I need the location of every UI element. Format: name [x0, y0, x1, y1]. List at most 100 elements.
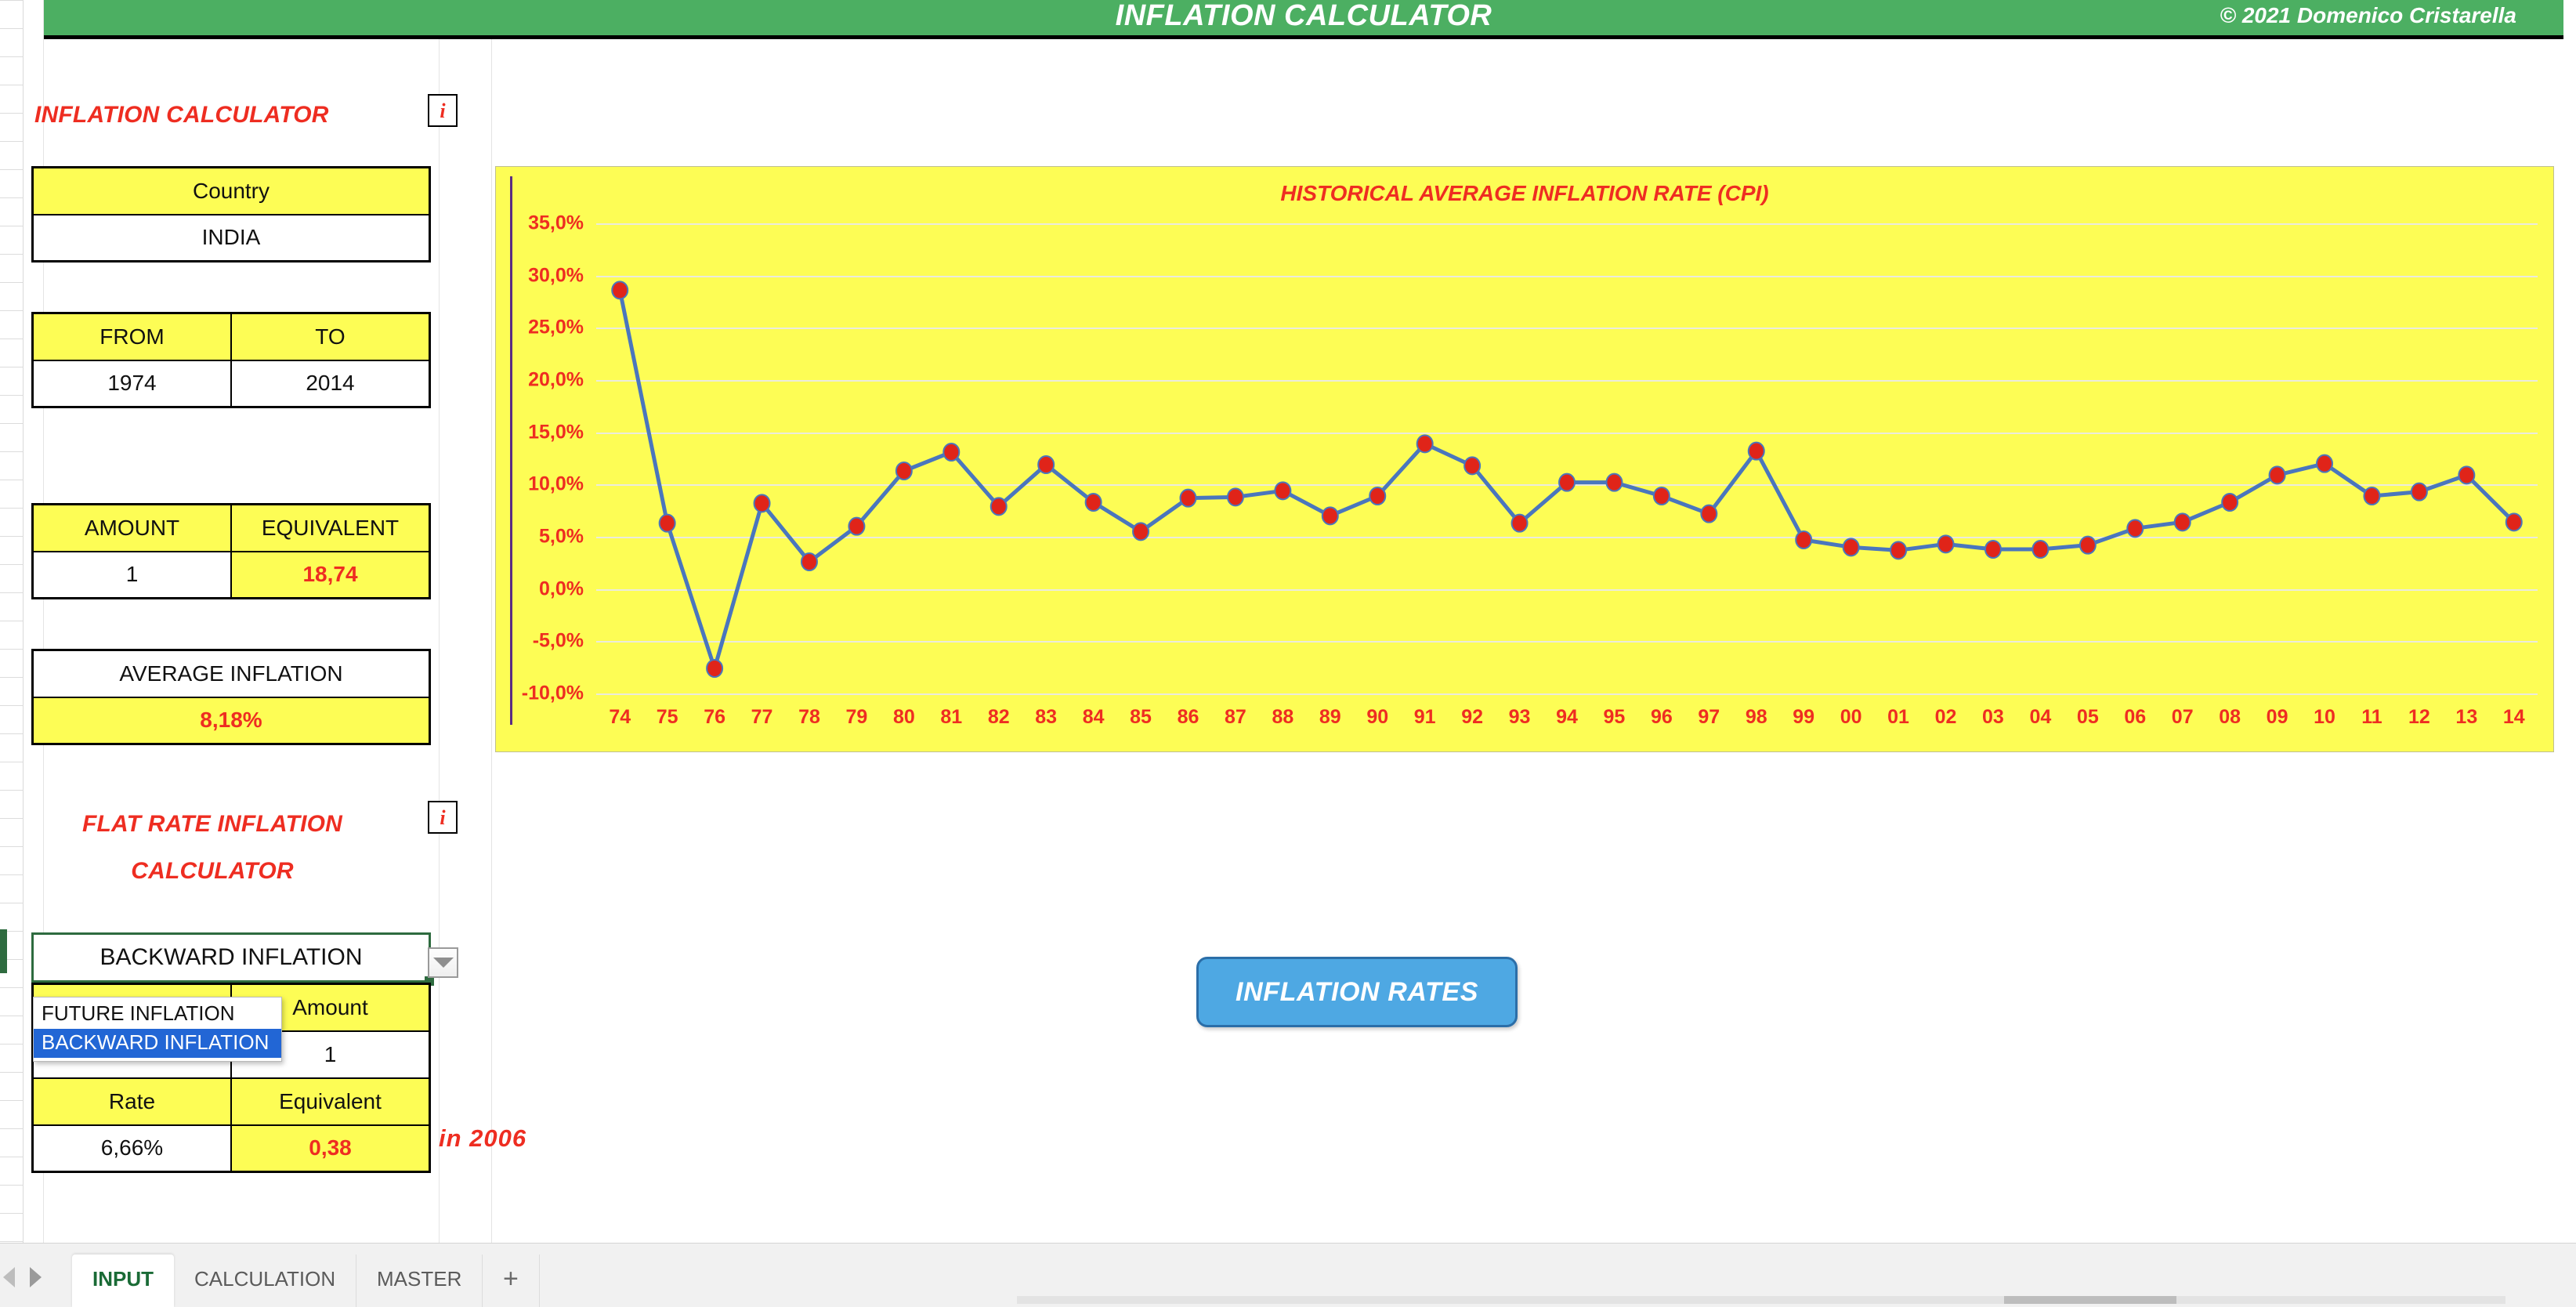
- year-range-table: FROM TO 1974 2014: [31, 312, 431, 408]
- chart-y-tick-label: 10,0%: [528, 472, 584, 495]
- flat-rate-title-line1: FLAT RATE INFLATION: [81, 811, 343, 837]
- chart-plot-area: 35,0% 30,0% 25,0% 20,0% 15,0% 10,0% 5,0% 0,0% -5…: [510, 176, 2538, 725]
- to-value[interactable]: 2014: [230, 359, 431, 408]
- chart-y-tick-label: 25,0%: [528, 316, 584, 339]
- row-gridline: [0, 1241, 24, 1242]
- country-label: Country: [31, 166, 431, 215]
- chart-x-tick-label: 06: [2124, 706, 2147, 728]
- chart-x-tick-label: 92: [1461, 706, 1484, 728]
- row-gridline: [0, 395, 24, 396]
- sheet-tab-master[interactable]: MASTER: [356, 1255, 483, 1307]
- chart-x-tick-label: 77: [751, 706, 773, 728]
- chart-x-tick-label: 80: [892, 706, 915, 728]
- chart-x-tick-label: 78: [798, 706, 820, 728]
- chart-x-tick-label: 12: [2408, 706, 2430, 728]
- horizontal-scrollbar[interactable]: [1017, 1296, 2505, 1304]
- chart-x-tick-label: 88: [1272, 706, 1294, 728]
- chart-y-tick-label: 15,0%: [528, 421, 584, 444]
- row-gridline: [0, 508, 24, 509]
- row-gridline: [0, 705, 24, 706]
- sheet-tab-calculation[interactable]: CALCULATION: [174, 1255, 357, 1307]
- sheet-tab-input[interactable]: INPUT: [72, 1255, 174, 1307]
- row-gridline: [0, 874, 24, 875]
- row-gridline: [0, 846, 24, 847]
- flat-rate-title-line2: CALCULATOR: [131, 858, 294, 884]
- row-gridline: [0, 169, 24, 170]
- chart-x-tick-label: 83: [1035, 706, 1058, 728]
- chart-y-tick-label: -10,0%: [521, 682, 584, 704]
- row-gridline: [0, 818, 24, 819]
- chart-y-tick-label: -5,0%: [532, 629, 584, 652]
- chart-y-tick-label: 20,0%: [528, 368, 584, 391]
- chart-x-tick-label: 87: [1225, 706, 1246, 728]
- average-inflation-label: AVERAGE INFLATION: [31, 649, 431, 698]
- chart-y-tick-label: 30,0%: [528, 264, 584, 287]
- row-gridline: [0, 310, 24, 311]
- chart-x-tick-label: 02: [1934, 706, 1957, 728]
- dropdown-option-future[interactable]: FUTURE INFLATION: [34, 1000, 281, 1029]
- chart-x-tick-label: 11: [2361, 706, 2382, 728]
- chart-x-tick-label: 03: [1982, 706, 2004, 728]
- inflation-rates-button[interactable]: INFLATION RATES: [1196, 957, 1518, 1027]
- amount-label: AMOUNT: [31, 503, 232, 552]
- chart-x-tick-label: 79: [845, 706, 868, 728]
- from-label: FROM: [31, 312, 232, 361]
- column-gridline: [439, 0, 440, 1243]
- row-gridline: [0, 1100, 24, 1101]
- chart-x-tick-label: 13: [2455, 706, 2478, 728]
- average-inflation-value: 8,18%: [31, 696, 431, 745]
- chevron-down-icon[interactable]: [428, 947, 458, 978]
- row-gridline: [0, 1185, 24, 1186]
- row-gridline: [0, 790, 24, 791]
- inflation-mode-dropdown[interactable]: FUTURE INFLATION BACKWARD INFLATION: [33, 997, 282, 1062]
- chart-x-tick-label: 75: [656, 706, 678, 728]
- equivalent-label: EQUIVALENT: [230, 503, 431, 552]
- chart-x-tick-label: 85: [1130, 706, 1152, 728]
- flat-equivalent-label: Equivalent: [230, 1077, 431, 1126]
- chart-x-tick-label: 91: [1413, 706, 1436, 728]
- rate-value[interactable]: 6,66%: [31, 1124, 232, 1173]
- page-title: INFLATION CALCULATOR: [34, 102, 329, 128]
- chart-x-tick-label: 95: [1603, 706, 1626, 728]
- row-gridline: [0, 28, 24, 29]
- info-icon[interactable]: i: [428, 801, 458, 834]
- sheet-nav-arrows: [0, 1256, 78, 1297]
- average-inflation-table: AVERAGE INFLATION 8,18%: [31, 649, 431, 745]
- row-gridline: [0, 1044, 24, 1045]
- spreadsheet-app: INFLATION CALCULATOR © 2021 Domenico Cri…: [0, 0, 2576, 1307]
- next-sheet-icon[interactable]: [30, 1267, 42, 1287]
- chart-x-tick-label: 90: [1366, 706, 1389, 728]
- row-gridline: [0, 0, 24, 1]
- chart-x-tick-label: 98: [1745, 706, 1767, 728]
- app-banner: INFLATION CALCULATOR © 2021 Domenico Cri…: [44, 0, 2563, 39]
- chart-y-tick-label: 35,0%: [528, 212, 584, 234]
- row-selection-marker: [0, 929, 7, 973]
- chart-x-tick-label: 96: [1650, 706, 1673, 728]
- info-icon[interactable]: i: [428, 94, 458, 127]
- add-sheet-button[interactable]: +: [483, 1255, 540, 1307]
- sheet-tab-bar: INPUT CALCULATION MASTER +: [0, 1243, 2576, 1307]
- amount-value[interactable]: 1: [31, 550, 232, 599]
- row-gridline: [0, 423, 24, 424]
- scrollbar-thumb[interactable]: [2004, 1296, 2176, 1304]
- chart-y-axis: [510, 176, 512, 725]
- chart-x-tick-label: 08: [2219, 706, 2241, 728]
- row-header-strip: [0, 0, 24, 1243]
- chart-x-tick-label: 94: [1556, 706, 1578, 728]
- previous-sheet-icon[interactable]: [3, 1267, 15, 1287]
- inflation-mode-select[interactable]: BACKWARD INFLATION: [31, 932, 431, 983]
- dropdown-option-backward[interactable]: BACKWARD INFLATION: [34, 1029, 281, 1058]
- chart-x-tick-label: 76: [704, 706, 725, 728]
- from-value[interactable]: 1974: [31, 359, 232, 408]
- chart-x-tick-label: 09: [2266, 706, 2288, 728]
- row-gridline: [0, 113, 24, 114]
- row-gridline: [0, 1128, 24, 1129]
- row-gridline: [0, 733, 24, 734]
- country-value[interactable]: INDIA: [31, 213, 431, 262]
- rate-label: Rate: [31, 1077, 232, 1126]
- row-gridline: [0, 197, 24, 198]
- chart-x-tick-label: 04: [2029, 706, 2052, 728]
- chart-x-tick-label: 97: [1698, 706, 1720, 728]
- chart-x-tick-label: 93: [1508, 706, 1531, 728]
- chart-x-tick-label: 10: [2314, 706, 2335, 728]
